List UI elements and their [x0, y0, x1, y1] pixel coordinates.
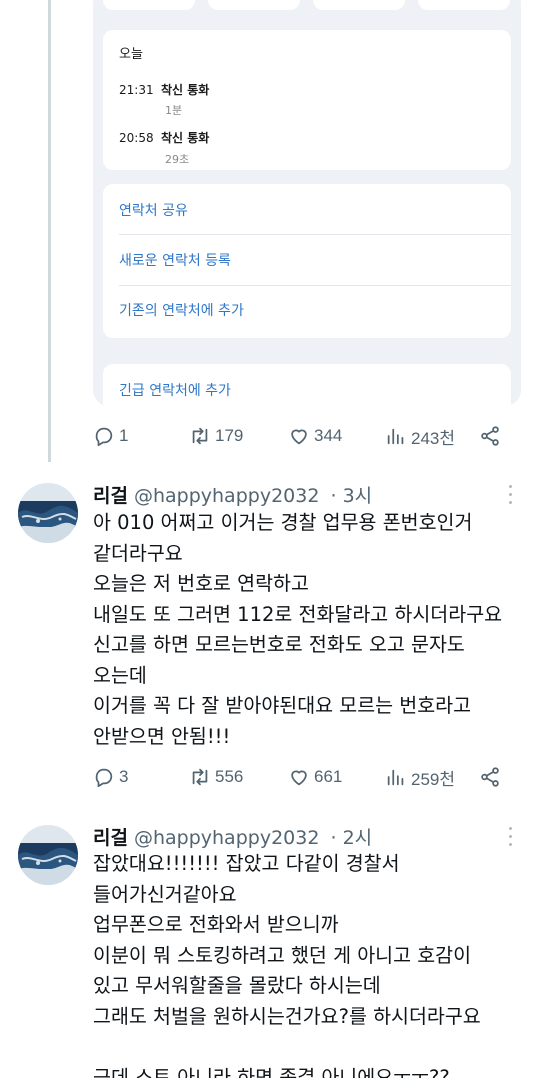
call-entry: 20:58 착신 통화 [119, 129, 209, 146]
embedded-image[interactable]: 오늘 21:31 착신 통화 1분 20:58 착신 통화 29초 연락처 공유 새… [93, 0, 521, 406]
tweet-line: 이분이 뭐 스토킹하려고 했던 게 아니고 호감이 [93, 943, 472, 967]
avatar[interactable] [18, 825, 78, 885]
share-icon [481, 426, 499, 446]
tweet-text: 잡았대요!!!!!!! 잡았고 다같이 경찰서 들어가신거같아요 업무폰으로 전… [93, 849, 533, 1078]
retweet-button[interactable]: 556 [189, 762, 243, 792]
tweet-line: 그래도 처벌을 원하시는건가요?를 하시더라구요 [93, 1004, 481, 1028]
tweet-line: 오늘은 저 번호로 연락하고 [93, 572, 309, 595]
tweet-line: 신고를 하면 모르는번호로 전화도 오고 문자도 [93, 633, 465, 656]
retweet-count: 556 [215, 767, 244, 786]
more-icon[interactable] [506, 827, 514, 851]
tweet-line: 아 010 어쩌고 이거는 경찰 업무용 폰번호인거 [93, 511, 473, 534]
wave-avatar-image [18, 483, 78, 543]
display-name[interactable]: 리걸 [93, 827, 128, 849]
call-time: 20:58 [119, 131, 154, 145]
call-time: 21:31 [119, 83, 154, 97]
reply-icon [95, 768, 113, 788]
reply-button[interactable]: 3 [93, 762, 128, 792]
thread-connector-line [48, 0, 51, 462]
tweet-line: 오는데 [93, 663, 147, 687]
tweet-line [93, 1032, 533, 1063]
display-name[interactable]: 리걸 [93, 485, 128, 507]
share-button[interactable] [479, 762, 501, 792]
like-button[interactable]: 661 [288, 762, 342, 792]
tweet-line: 있고 무서워할줄을 몰랐다 하시는데 [93, 974, 381, 997]
like-button[interactable]: 344 [288, 421, 342, 451]
tweet-action-bar: 3 556 661 259천 [93, 762, 513, 792]
views-count: 243천 [411, 428, 456, 448]
wave-avatar-image [18, 825, 78, 885]
tweet-action-bar: 1 179 344 243천 [93, 421, 513, 451]
reply-button[interactable]: 1 [93, 421, 128, 451]
share-button[interactable] [479, 421, 501, 451]
call-type: 착신 통화 [161, 131, 210, 145]
share-contact-link: 연락처 공유 [119, 203, 188, 219]
like-icon [291, 770, 307, 786]
divider [119, 285, 511, 286]
tweet-line: 잡았대요!!!!!!! 잡았고 다같이 경찰서 [93, 852, 400, 875]
tweet-line: 내일도 또 그러면 112로 전화달라고 하시더라구요 [93, 602, 503, 626]
avatar[interactable] [18, 483, 78, 543]
retweet-icon [192, 768, 208, 786]
tweet-line: 근데 스토 아니라 하면 좀결 아니에요ㅜㅜ?? [93, 1065, 450, 1078]
more-icon[interactable] [506, 485, 514, 509]
add-existing-contact-link: 기존의 연락처에 추가 [119, 303, 244, 319]
call-history-title: 오늘 [119, 47, 143, 62]
embed-button-stub [313, 0, 405, 10]
like-icon [291, 429, 307, 445]
views-button[interactable]: 243천 [385, 421, 455, 451]
reply-count: 1 [119, 426, 129, 445]
tweet-line: 들어가신거같아요 [93, 882, 237, 906]
views-button[interactable]: 259천 [385, 762, 455, 792]
reply-icon [95, 427, 113, 447]
tweet-line: 업무폰으로 전화와서 받으니까 [93, 913, 339, 936]
retweet-button[interactable]: 179 [189, 421, 243, 451]
tweet-text: 아 010 어쩌고 이거는 경찰 업무용 폰번호인거 같더라구요 오늘은 저 번… [93, 508, 533, 752]
contact-actions-card: 연락처 공유 새로운 연락처 등록 기존의 연락처에 추가 [103, 184, 511, 338]
tweet-header: 리걸 @happyhappy2032 · 3시 [93, 481, 372, 508]
emergency-contact-link: 긴급 연락처에 추가 [119, 383, 231, 399]
tweet-header: 리걸 @happyhappy2032 · 2시 [93, 823, 372, 850]
user-handle[interactable]: @happyhappy2032 [134, 485, 319, 507]
divider [119, 234, 511, 235]
share-icon [481, 767, 499, 787]
user-handle[interactable]: @happyhappy2032 [134, 827, 319, 849]
like-count: 661 [314, 767, 343, 786]
like-count: 344 [314, 426, 343, 445]
call-type: 착신 통화 [161, 83, 210, 97]
new-contact-link: 새로운 연락처 등록 [119, 253, 231, 269]
tweet-line: 안받으면 안됨!!! [93, 724, 231, 748]
embed-top-buttons [103, 0, 511, 10]
retweet-icon [192, 427, 208, 445]
tweet-line: 이거를 꼭 다 잘 받아야된대요 모르는 번호라고 [93, 694, 472, 717]
reply-count: 3 [119, 767, 129, 786]
emergency-contact-card: 긴급 연락처에 추가 [103, 364, 511, 406]
tweet-line: 같더라구요 [93, 541, 183, 565]
embed-button-stub [418, 0, 510, 10]
call-duration: 1분 [165, 104, 183, 117]
tweet-timestamp[interactable]: · 2시 [330, 827, 372, 849]
call-entry: 21:31 착신 통화 [119, 81, 209, 98]
call-history-card: 오늘 21:31 착신 통화 1분 20:58 착신 통화 29초 [103, 30, 511, 170]
views-icon [387, 769, 404, 786]
embed-button-stub [103, 0, 195, 10]
embed-button-stub [208, 0, 300, 10]
views-icon [387, 428, 404, 445]
call-duration: 29초 [165, 153, 190, 166]
retweet-count: 179 [215, 426, 244, 445]
tweet-timestamp[interactable]: · 3시 [330, 485, 372, 507]
views-count: 259천 [411, 769, 456, 789]
